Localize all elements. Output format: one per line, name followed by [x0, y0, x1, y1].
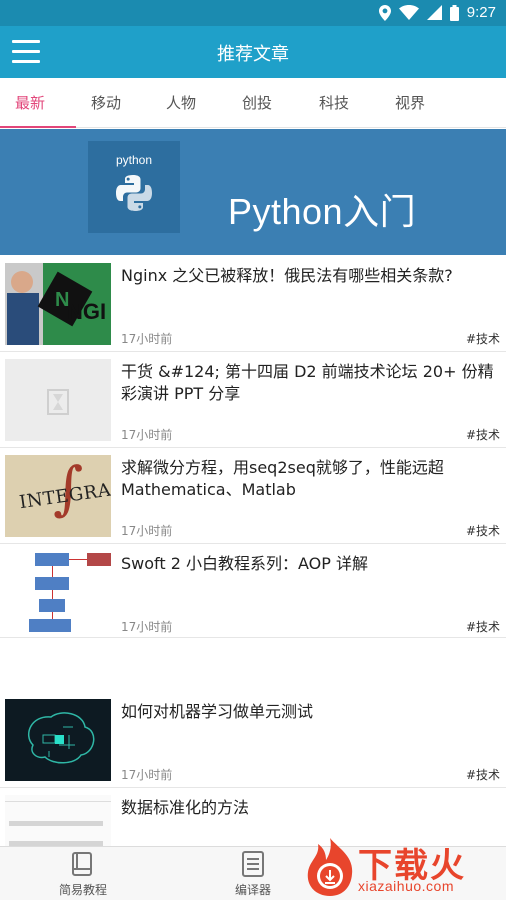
- flame-logo-icon: [307, 838, 353, 896]
- hourglass-icon: [47, 389, 69, 415]
- status-bar: 9:27: [0, 0, 506, 26]
- python-logo: python: [88, 141, 180, 233]
- tab-latest[interactable]: 最新: [0, 78, 60, 128]
- article-title: 如何对机器学习做单元测试: [121, 702, 314, 721]
- article-title: 求解微分方程，用seq2seq就够了，性能远超 Mathematica、Matl…: [121, 458, 444, 499]
- article-tag: #技术: [465, 428, 500, 442]
- xiazaihuo-watermark: 下载火 xiazaihuo.com: [300, 834, 506, 900]
- article-time: 17小时前: [121, 620, 173, 634]
- nginx-thumbnail: N NGI: [5, 263, 111, 345]
- article-time: 17小时前: [121, 524, 173, 538]
- article-item[interactable]: N NGI Nginx 之父已被释放！俄民法有哪些相关条款? 17小时前 #技术: [0, 256, 506, 352]
- status-icons: 9:27: [378, 4, 496, 21]
- watermark-sub-text: xiazaihuo.com: [358, 878, 454, 894]
- tab-tech[interactable]: 科技: [304, 78, 364, 128]
- article-time: 17小时前: [121, 428, 173, 442]
- article-title: 干货 &#124; 第十四届 D2 前端技术论坛 20+ 份精彩演讲 PPT 分…: [121, 362, 494, 403]
- article-tag: #技术: [465, 620, 500, 634]
- signal-icon: [426, 5, 442, 20]
- app-bar: 推荐文章: [0, 26, 506, 78]
- nav-label: 编译器: [234, 883, 271, 897]
- tab-people[interactable]: 人物: [151, 78, 211, 128]
- python-snake-icon: [116, 175, 152, 211]
- article-item[interactable]: ∫ INTEGRAL 求解微分方程，用seq2seq就够了，性能远超 Mathe…: [0, 448, 506, 544]
- article-title: 数据标准化的方法: [121, 798, 250, 817]
- category-tabs: 最新 移动 人物 创投 科技 视界: [0, 78, 506, 128]
- article-tag: #技术: [465, 768, 500, 782]
- nav-compiler[interactable]: 编译器: [198, 847, 308, 900]
- tab-mobile[interactable]: 移动: [76, 78, 136, 128]
- code-thumbnail: [5, 795, 111, 849]
- active-tab-indicator: [0, 126, 76, 128]
- document-icon: [242, 851, 264, 877]
- tab-venture[interactable]: 创投: [227, 78, 287, 128]
- article-time: 17小时前: [121, 332, 173, 346]
- brain-circuit-icon: [28, 712, 95, 764]
- wifi-icon: [398, 5, 419, 20]
- placeholder-thumbnail: [5, 359, 111, 441]
- article-tag: #技术: [465, 524, 500, 538]
- location-icon: [378, 4, 391, 21]
- tab-vision[interactable]: 视界: [380, 78, 440, 128]
- banner-python-intro[interactable]: python Python入门: [0, 129, 506, 255]
- article-item[interactable]: 如何对机器学习做单元测试 17小时前 #技术: [0, 692, 506, 788]
- python-logo-text: python: [115, 153, 153, 167]
- article-title: Swoft 2 小白教程系列：AOP 详解: [121, 554, 369, 573]
- article-item[interactable]: Swoft 2 小白教程系列：AOP 详解 17小时前 #技术: [0, 544, 506, 638]
- nav-simple-tutorial[interactable]: 简易教程: [28, 847, 138, 900]
- nav-label: 简易教程: [58, 883, 107, 897]
- ml-brain-thumbnail: [5, 699, 111, 781]
- article-time: 17小时前: [121, 768, 173, 782]
- article-tag: #技术: [465, 332, 500, 346]
- article-title: Nginx 之父已被释放！俄民法有哪些相关条款?: [121, 266, 453, 285]
- integral-thumbnail: ∫ INTEGRAL: [5, 455, 111, 537]
- book-icon: [72, 852, 92, 876]
- article-item[interactable]: 干货 &#124; 第十四届 D2 前端技术论坛 20+ 份精彩演讲 PPT 分…: [0, 352, 506, 448]
- banner-title: Python入门: [228, 191, 417, 232]
- battery-icon: [449, 4, 459, 21]
- aop-diagram-thumbnail: [5, 551, 111, 633]
- page-title: 推荐文章: [217, 44, 289, 65]
- status-time: 9:27: [466, 4, 496, 21]
